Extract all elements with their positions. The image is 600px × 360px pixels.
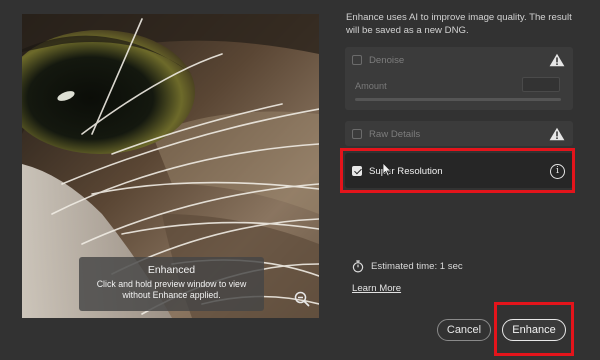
enhance-button[interactable]: Enhance bbox=[502, 319, 566, 341]
denoise-label: Denoise bbox=[369, 54, 405, 66]
denoise-section: Denoise Amount bbox=[345, 47, 573, 110]
amount-slider[interactable] bbox=[355, 98, 561, 101]
estimated-time: Estimated time: 1 sec bbox=[352, 259, 463, 274]
warning-icon[interactable] bbox=[549, 53, 565, 67]
super-resolution-section: Super Resolution i bbox=[345, 153, 573, 188]
zoom-out-icon[interactable] bbox=[293, 290, 311, 308]
raw-details-option[interactable]: Raw Details bbox=[352, 126, 565, 142]
super-resolution-checkbox[interactable] bbox=[352, 166, 362, 176]
enhanced-overlay: Enhanced Click and hold preview window t… bbox=[79, 257, 264, 311]
enhance-description: Enhance uses AI to improve image quality… bbox=[346, 12, 572, 36]
info-icon[interactable]: i bbox=[550, 163, 565, 179]
super-resolution-label: Super Resolution bbox=[369, 165, 443, 177]
overlay-message: Click and hold preview window to view wi… bbox=[96, 279, 247, 300]
raw-details-section: Raw Details bbox=[345, 121, 573, 146]
enhance-preview[interactable]: Enhanced Click and hold preview window t… bbox=[22, 14, 319, 318]
mouse-cursor-icon bbox=[382, 162, 392, 177]
raw-details-label: Raw Details bbox=[369, 128, 421, 140]
learn-more-link[interactable]: Learn More bbox=[352, 283, 401, 294]
raw-details-checkbox[interactable] bbox=[352, 129, 362, 139]
overlay-title: Enhanced bbox=[147, 264, 196, 276]
estimated-time-text: Estimated time: 1 sec bbox=[371, 261, 463, 272]
amount-label: Amount bbox=[355, 81, 387, 91]
warning-icon[interactable] bbox=[549, 127, 565, 141]
denoise-option[interactable]: Denoise bbox=[352, 52, 565, 68]
stopwatch-icon bbox=[352, 260, 364, 273]
amount-input[interactable] bbox=[522, 77, 560, 92]
cancel-button[interactable]: Cancel bbox=[437, 319, 491, 341]
denoise-checkbox[interactable] bbox=[352, 55, 362, 65]
